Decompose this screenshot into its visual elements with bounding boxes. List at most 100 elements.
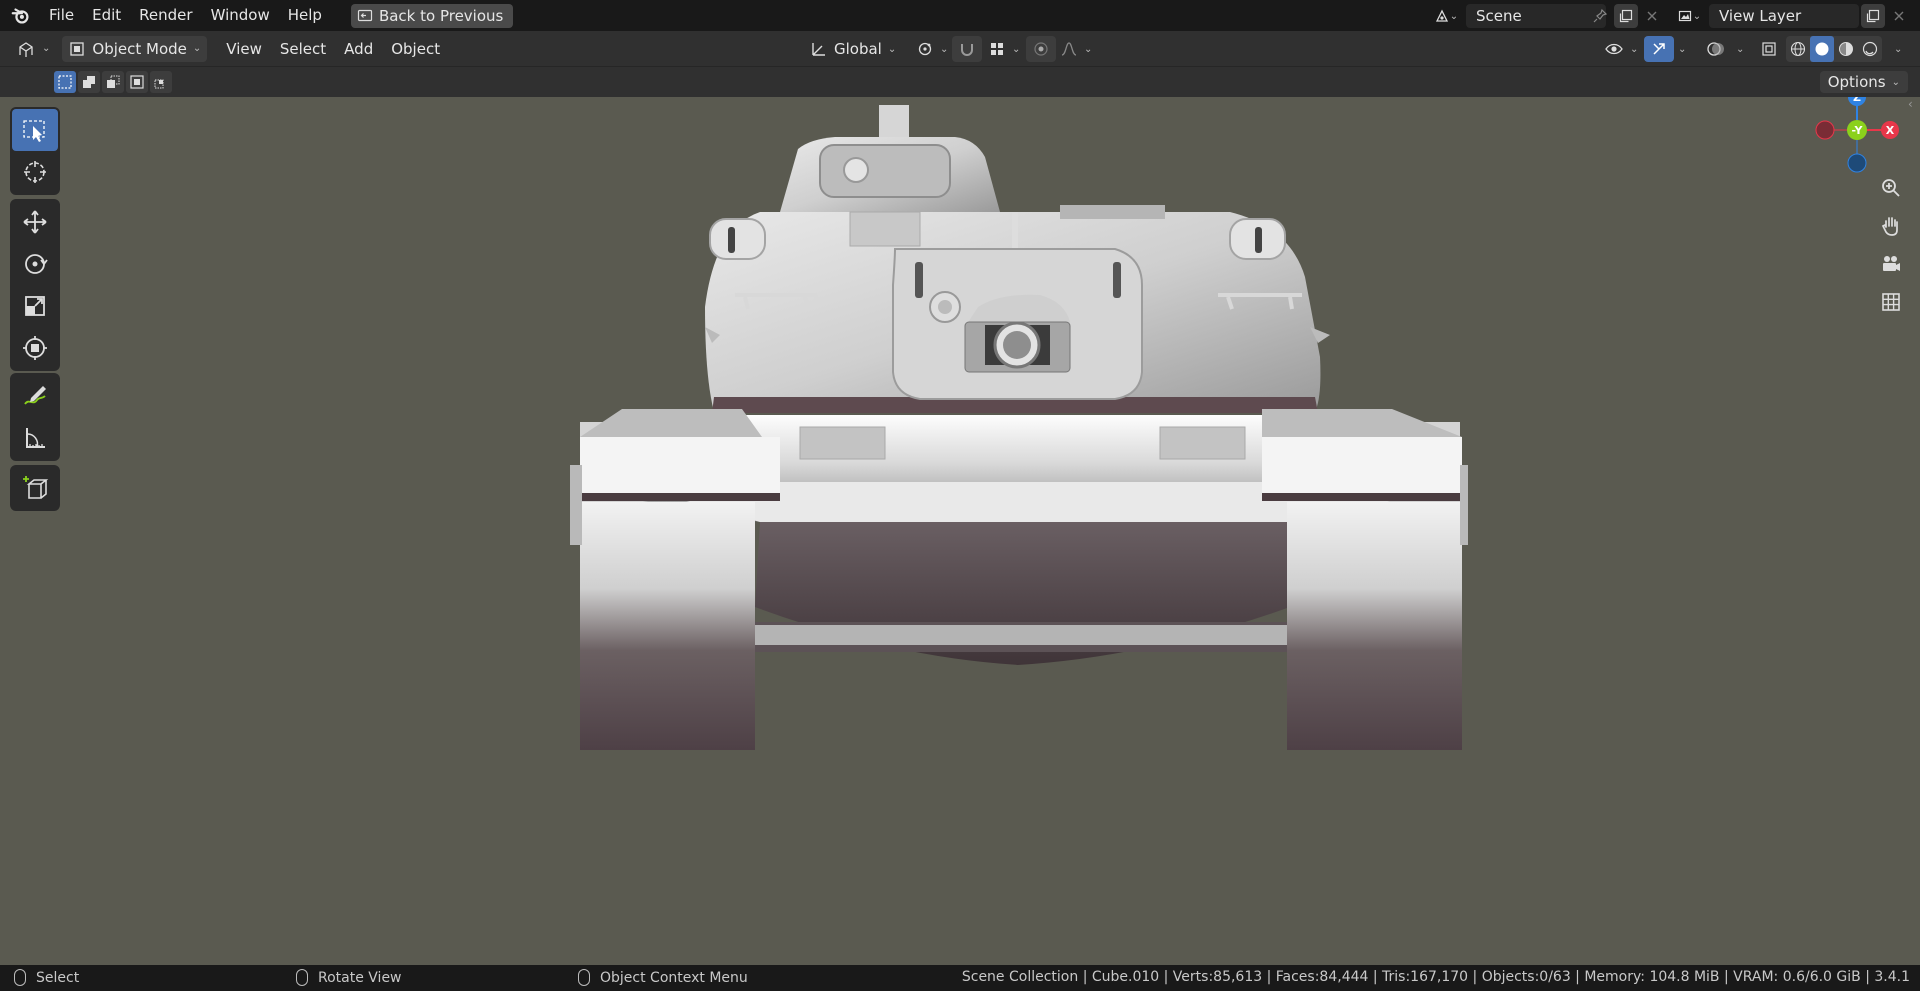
wireframe-shading-button[interactable] (1786, 36, 1810, 62)
close-icon (1647, 11, 1657, 21)
wireframe-sphere-icon (1790, 41, 1806, 57)
scene-name: Scene (1476, 7, 1522, 25)
pivot-point-dropdown[interactable]: ⌄ (910, 36, 954, 62)
gizmo-z-label: Z (1853, 97, 1861, 104)
chevron-down-icon: ⌄ (1630, 43, 1639, 55)
editor-type-button[interactable]: ⌄ (10, 36, 56, 62)
header-menu-object[interactable]: Object (382, 40, 449, 58)
snap-increment-icon (991, 43, 1003, 55)
gizmo-y-label: -Y (1852, 124, 1864, 137)
material-sphere-icon (1839, 42, 1853, 56)
object-mode-dropdown[interactable]: Object Mode ⌄ (62, 35, 208, 62)
chevron-down-icon: ⌄ (1891, 76, 1900, 88)
status-rotate-hint: Rotate View (296, 969, 402, 986)
mouse-right-icon (578, 969, 590, 986)
object-mode-icon (70, 41, 85, 56)
transform-orientation-dropdown[interactable]: Global ⌄ (804, 36, 902, 62)
shading-options-dropdown[interactable]: ⌄ (1888, 36, 1908, 62)
xray-icon (1762, 42, 1776, 56)
chevron-down-icon: ⌄ (1736, 43, 1745, 55)
pin-icon (1593, 8, 1608, 23)
chevron-down-icon: ⌄ (1692, 10, 1702, 22)
move-tool[interactable] (12, 201, 58, 243)
navigation-gizmo[interactable]: Z X -Y (1800, 97, 1920, 187)
pan-view-button[interactable] (1874, 209, 1908, 243)
material-preview-button[interactable] (1834, 36, 1858, 62)
status-select-hint: Select (14, 969, 79, 986)
blender-logo-icon[interactable] (10, 5, 32, 27)
select-box-tool[interactable] (12, 109, 58, 151)
overlays-options-dropdown[interactable]: ⌄ (1730, 36, 1750, 62)
select-intersect-button[interactable] (150, 71, 172, 93)
rendered-shading-button[interactable] (1858, 36, 1882, 62)
scene-icon (1435, 9, 1448, 22)
toolbar-annotate-group (10, 373, 60, 461)
chevron-down-icon: ⌄ (887, 43, 897, 55)
status-bar: Select Rotate View Object Context Menu S… (0, 965, 1920, 991)
select-invert-button[interactable] (126, 71, 148, 93)
zoom-view-button[interactable] (1874, 171, 1908, 205)
select-extend-icon (83, 76, 95, 88)
scene-name-field[interactable]: Scene (1466, 4, 1606, 28)
transform-icon (23, 336, 47, 360)
shading-mode-group (1786, 36, 1882, 62)
measure-tool[interactable] (12, 417, 58, 459)
status-rotate-label: Rotate View (318, 969, 402, 986)
camera-view-button[interactable] (1874, 247, 1908, 281)
xray-toggle[interactable] (1754, 36, 1784, 62)
view-layer-name-field[interactable]: View Layer (1709, 4, 1859, 28)
menu-window[interactable]: Window (202, 0, 279, 31)
transform-tool[interactable] (12, 327, 58, 369)
3d-viewport[interactable]: Z X -Y ‹ (0, 97, 1920, 965)
snap-target-dropdown[interactable]: ⌄ (982, 36, 1026, 62)
header-menu-add[interactable]: Add (335, 40, 382, 58)
new-view-layer-button[interactable] (1861, 4, 1885, 28)
proportional-falloff-dropdown[interactable]: ⌄ (1054, 36, 1098, 62)
snap-toggle[interactable] (952, 36, 982, 62)
rotate-icon (25, 254, 48, 274)
rendered-sphere-icon (1862, 41, 1878, 57)
screen-back-icon (357, 9, 373, 21)
gizmo-options-dropdown[interactable]: ⌄ (1672, 36, 1692, 62)
menu-edit[interactable]: Edit (83, 0, 130, 31)
sidebar-toggle-arrow-icon[interactable]: ‹ (1908, 97, 1920, 111)
toggle-perspective-button[interactable] (1874, 285, 1908, 319)
menu-render[interactable]: Render (130, 0, 201, 31)
back-to-previous-button[interactable]: Back to Previous (350, 3, 514, 28)
solid-shading-button[interactable] (1810, 36, 1834, 62)
status-context-label: Object Context Menu (600, 969, 748, 986)
header-menu-select[interactable]: Select (271, 40, 335, 58)
cursor-tool[interactable] (12, 151, 58, 193)
annotate-tool[interactable] (12, 375, 58, 417)
select-subtract-button[interactable] (102, 71, 124, 93)
header-menu-view[interactable]: View (217, 40, 271, 58)
overlays-icon (1707, 42, 1724, 56)
show-overlays-toggle[interactable] (1700, 36, 1732, 62)
delete-scene-button[interactable] (1640, 4, 1664, 28)
menu-help[interactable]: Help (279, 0, 331, 31)
solid-sphere-icon (1815, 42, 1829, 56)
scene-browse-button[interactable]: ⌄ (1428, 4, 1464, 28)
menu-file[interactable]: File (40, 0, 83, 31)
chevron-down-icon: ⌄ (1678, 43, 1687, 55)
object-visibility-dropdown[interactable]: ⌄ (1598, 36, 1644, 62)
options-dropdown[interactable]: Options ⌄ (1819, 71, 1908, 93)
proportional-editing-toggle[interactable] (1026, 36, 1056, 62)
falloff-curve-icon (1061, 42, 1077, 56)
chevron-down-icon: ⌄ (940, 43, 949, 55)
delete-view-layer-button[interactable] (1887, 4, 1911, 28)
chevron-down-icon: ⌄ (1449, 10, 1459, 22)
status-context-hint: Object Context Menu (578, 969, 748, 986)
pin-scene-button[interactable] (1588, 4, 1612, 28)
view-layer-browse-button[interactable]: ⌄ (1672, 4, 1706, 28)
select-new-button[interactable] (54, 71, 76, 93)
rotate-tool[interactable] (12, 243, 58, 285)
selection-mode-group (54, 71, 172, 93)
orientation-global-icon (812, 43, 825, 56)
add-cube-tool[interactable] (12, 467, 58, 509)
select-extend-button[interactable] (78, 71, 100, 93)
options-label: Options (1827, 73, 1886, 91)
show-gizmo-toggle[interactable] (1644, 36, 1674, 62)
new-scene-button[interactable] (1614, 4, 1638, 28)
scale-tool[interactable] (12, 285, 58, 327)
